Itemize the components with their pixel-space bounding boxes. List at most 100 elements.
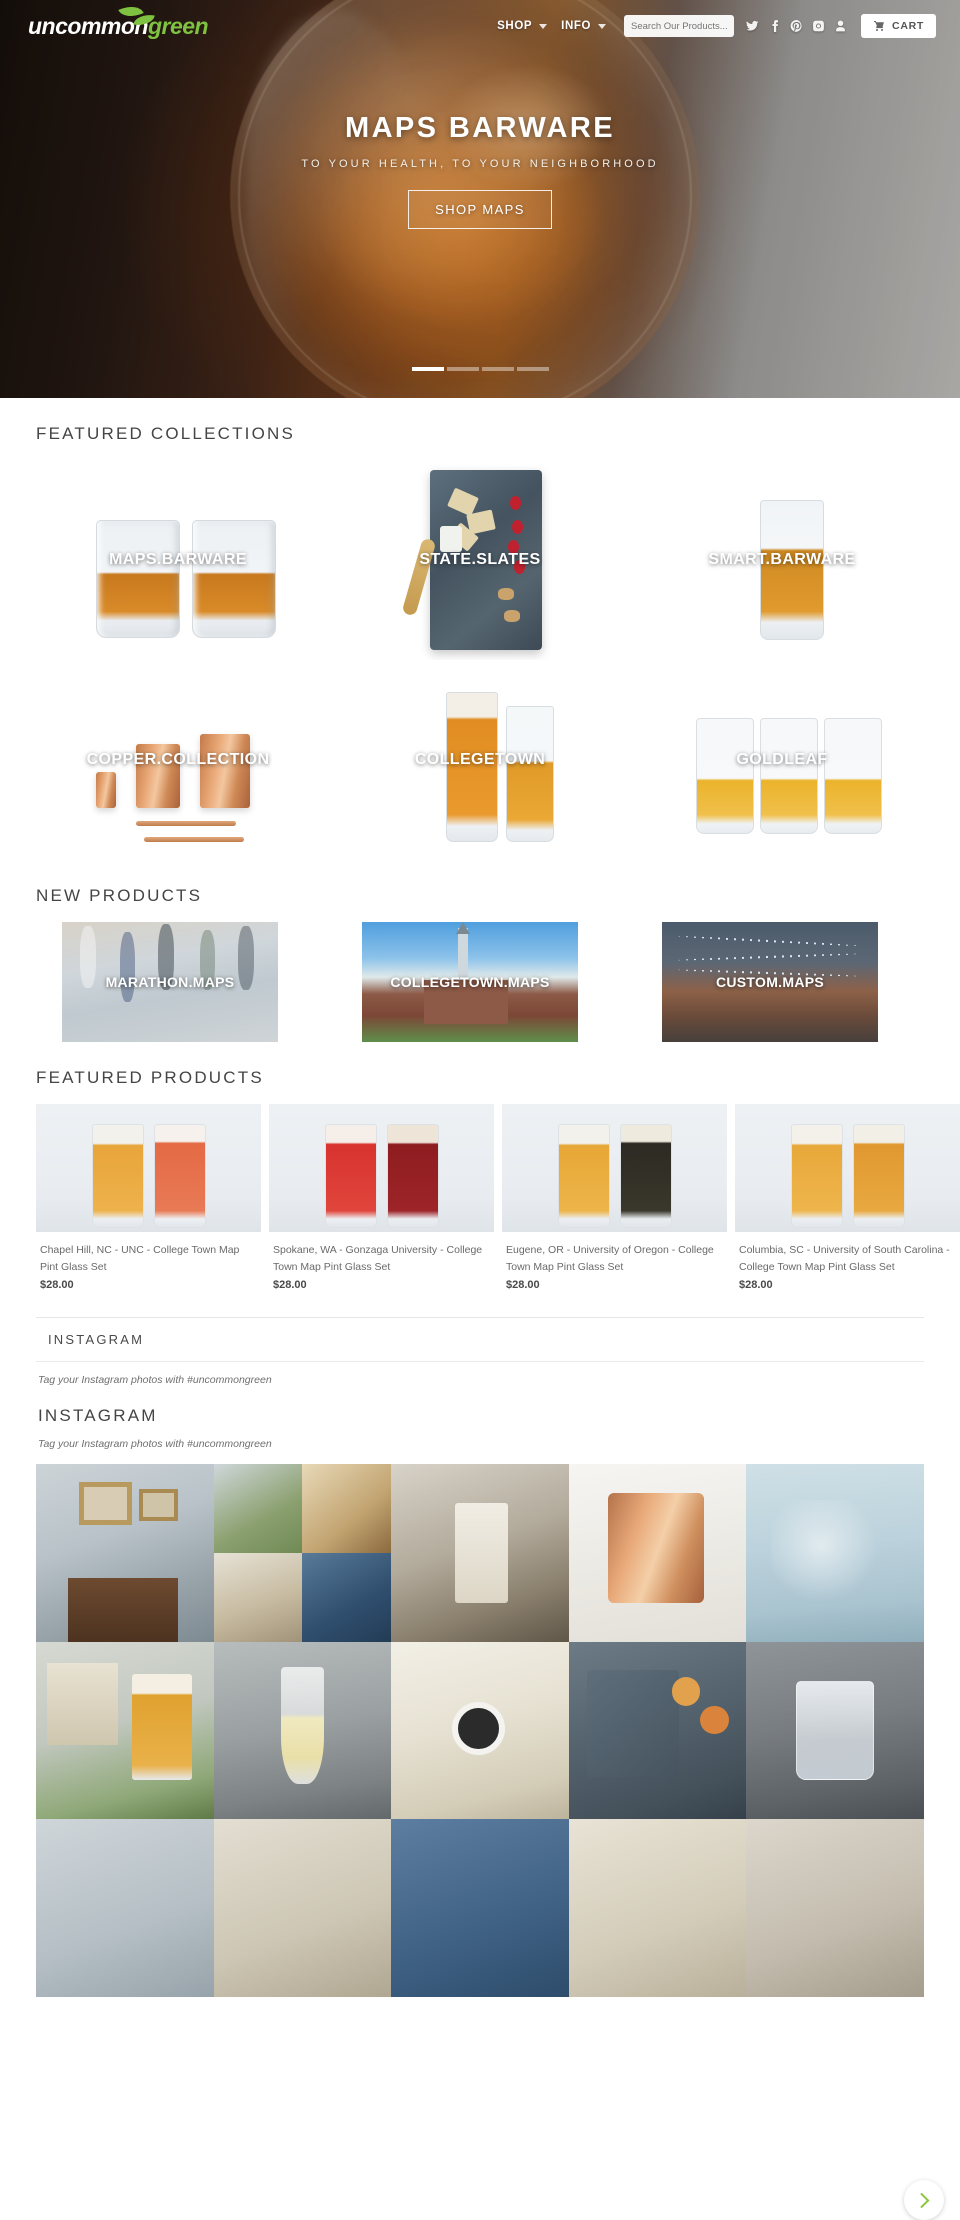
nut-2 [504, 610, 520, 622]
nut-1 [498, 588, 514, 600]
instagram-post-3[interactable] [391, 1464, 569, 1642]
collection-label-2: STATE.SLATES [419, 551, 541, 568]
cheese [440, 526, 462, 552]
search-box[interactable] [624, 15, 735, 37]
collection-copper[interactable]: COPPER.COLLECTION [36, 660, 320, 860]
framed-map-2 [139, 1489, 179, 1521]
collection-state-slates[interactable]: STATE.SLATES [338, 460, 622, 660]
collection-goldleaf[interactable]: GOLDLEAF [640, 660, 924, 860]
product-glass-4a [791, 1124, 843, 1228]
instagram-icon[interactable] [812, 19, 825, 33]
tumbler-a [96, 520, 180, 638]
instagram-post-14[interactable] [568, 1819, 747, 1997]
instagram-post-12[interactable] [213, 1819, 392, 1997]
collection-maps-barware[interactable]: MAPS.BARWARE [36, 460, 320, 660]
instagram-post-4[interactable] [568, 1464, 747, 1642]
beer-glass-photo [131, 1673, 193, 1781]
runner-leg-5 [238, 926, 254, 990]
instagram-post-9[interactable] [568, 1641, 747, 1820]
chevron-down-icon-info[interactable] [598, 23, 607, 29]
instagram-post-8[interactable] [391, 1641, 569, 1820]
new-product-marathon[interactable]: MARATHON.MAPS [62, 922, 278, 1042]
product-card-2[interactable]: Spokane, WA - Gonzaga University - Colle… [269, 1104, 494, 1291]
shop-maps-button[interactable]: SHOP MAPS [408, 190, 552, 229]
collection-smart-barware[interactable]: SMART.BARWARE [640, 460, 924, 660]
featured-products-title: FEATURED PRODUCTS [36, 1068, 264, 1087]
quad-a [213, 1464, 303, 1553]
cart-button[interactable]: CART [861, 14, 936, 38]
product-price-2: $28.00 [273, 1279, 307, 1292]
new-products-title: NEW PRODUCTS [36, 886, 203, 905]
nav-item-info[interactable]: INFO [561, 20, 591, 32]
product-price-3: $28.00 [506, 1279, 540, 1292]
instagram-post-6[interactable] [36, 1641, 214, 1820]
logo-text-uncommon: uncommon [28, 12, 148, 39]
instagram-post-15[interactable] [746, 1819, 924, 1997]
main-nav: SHOP INFO CART [497, 14, 960, 38]
hero-dot-1[interactable] [411, 367, 444, 371]
coffee-cup-photo [451, 1702, 505, 1756]
instagram-post-5[interactable] [746, 1464, 924, 1642]
instagram-post-7[interactable] [213, 1641, 392, 1820]
collection-label-5: COLLEGETOWN [414, 751, 546, 768]
tumbler-b [192, 520, 276, 638]
berry-2 [512, 520, 523, 534]
quad-c [213, 1552, 303, 1642]
wine-glass-photo [281, 1666, 324, 1784]
peach-1 [671, 1677, 701, 1706]
instagram-quad-collage [213, 1464, 392, 1642]
pinterest-icon[interactable] [790, 19, 803, 33]
new-product-collegetown[interactable]: COLLEGETOWN.MAPS [362, 922, 578, 1042]
product-glass-2a [325, 1124, 377, 1228]
chevron-down-icon-shop[interactable] [539, 23, 548, 29]
rocks-glass-photo [796, 1680, 875, 1781]
copper-mug-photo [607, 1492, 704, 1603]
account-icon[interactable] [834, 19, 847, 33]
instagram-post-11[interactable] [36, 1819, 214, 1997]
product-card-4[interactable]: Columbia, SC - University of South Carol… [735, 1104, 960, 1291]
hero-dot-4[interactable] [516, 367, 549, 371]
instagram-grid [36, 1464, 944, 2220]
facebook-icon[interactable] [768, 19, 781, 33]
new-products-section: NEW PRODUCTS MARATHON.MAPS COLLEGETOWN.M… [0, 860, 960, 1042]
hero-pagination[interactable] [0, 367, 960, 371]
instagram-post-2[interactable] [213, 1464, 392, 1642]
product-card-1[interactable]: Chapel Hill, NC - UNC - College Town Map… [36, 1104, 261, 1291]
tumbler-art [96, 513, 286, 638]
featured-products-section: FEATURED PRODUCTS Chapel Hill, NC - UNC … [0, 1042, 960, 1291]
sideboard [67, 1577, 179, 1642]
hero-dot-3[interactable] [481, 367, 514, 371]
product-image-1 [36, 1104, 261, 1232]
product-card-3[interactable]: Eugene, OR - University of Oregon - Coll… [502, 1104, 727, 1291]
instagram-post-13[interactable] [391, 1819, 569, 1997]
runner-leg-2 [120, 932, 135, 1002]
product-image-3 [502, 1104, 727, 1232]
collection-label-4: COPPER.COLLECTION [86, 751, 270, 768]
goldleaf-glass-1 [696, 718, 754, 834]
logo-text-green: green [147, 12, 209, 39]
new-product-custom[interactable]: CUSTOM.MAPS [662, 922, 878, 1042]
twitter-icon[interactable] [746, 19, 759, 33]
instagram-next-button[interactable] [904, 2180, 944, 2220]
page-root: uncommongreen SHOP INFO Search Our Produ… [0, 0, 960, 2220]
nav-item-shop[interactable]: SHOP [497, 20, 532, 32]
new-product-label-3: CUSTOM.MAPS [715, 974, 825, 990]
social-links [746, 19, 847, 33]
search-input[interactable] [631, 20, 728, 32]
instagram-post-1[interactable] [36, 1464, 214, 1642]
hero-slider[interactable]: uncommongreen SHOP INFO Search Our Produ… [0, 0, 960, 398]
product-glass-4b [853, 1124, 905, 1228]
pint-light [506, 706, 554, 842]
hero-dot-2[interactable] [446, 367, 479, 371]
new-product-label-1: MARATHON.MAPS [105, 974, 235, 990]
instagram-post-10[interactable] [746, 1641, 924, 1820]
new-products-row: MARATHON.MAPS COLLEGETOWN.MAPS CUSTOM.MA… [36, 922, 924, 1042]
hero-title: MAPS BARWARE [345, 112, 615, 144]
collection-collegetown[interactable]: COLLEGETOWN [338, 660, 622, 860]
string-lights-2 [678, 952, 858, 962]
copper-stirrer-2 [144, 837, 244, 842]
framed-map-1 [78, 1481, 132, 1525]
product-glass-1b [154, 1124, 206, 1228]
product-price-4: $28.00 [739, 1279, 773, 1292]
site-logo[interactable]: uncommongreen [28, 1, 209, 43]
